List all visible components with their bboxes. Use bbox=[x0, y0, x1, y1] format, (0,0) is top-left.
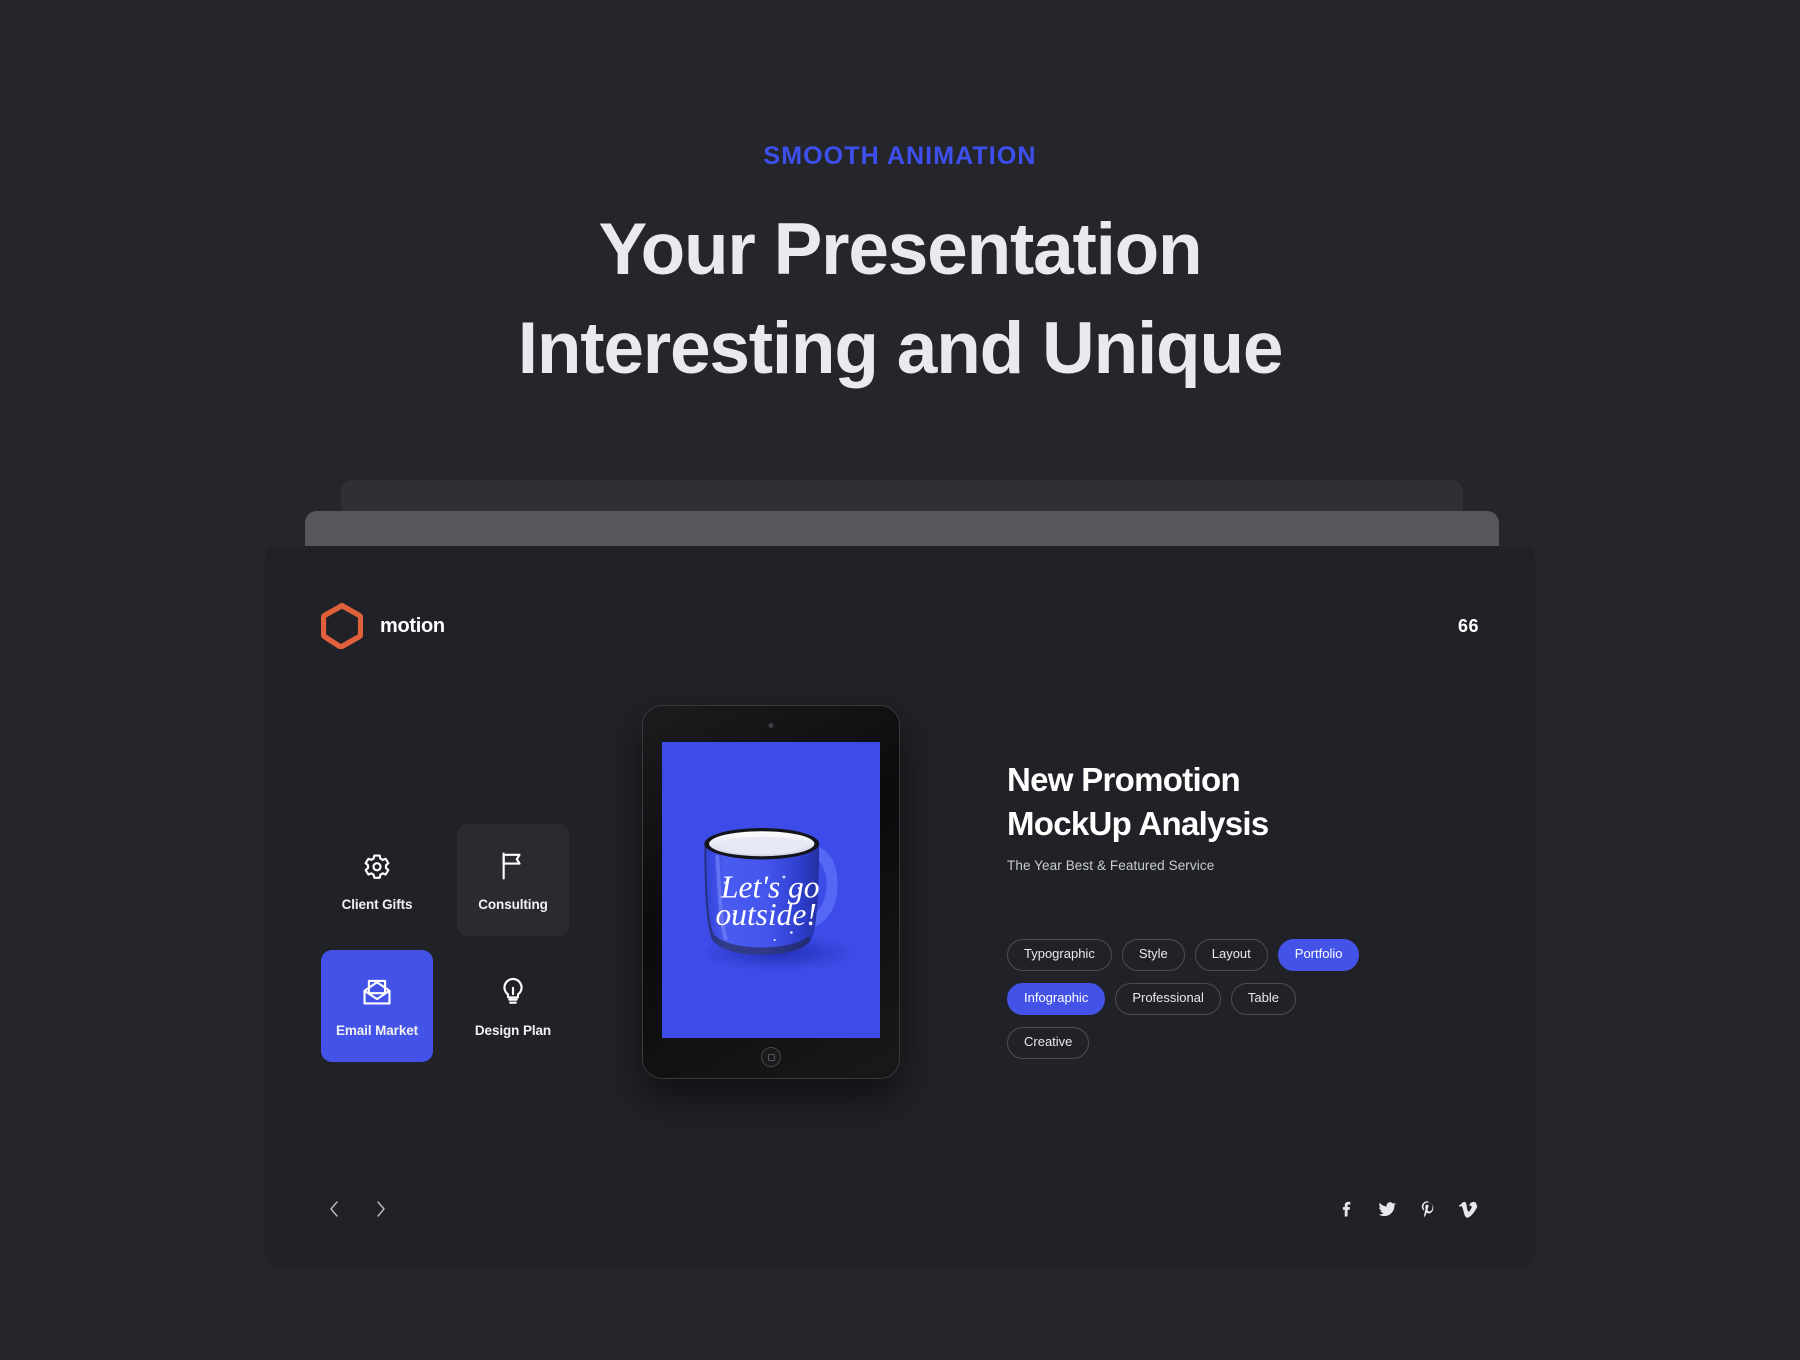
tag-creative[interactable]: Creative bbox=[1007, 1026, 1090, 1059]
presentation-slide[interactable]: motion 66 Client Gifts Consulting Email … bbox=[265, 546, 1535, 1266]
hero-section: SMOOTH ANIMATION Your Presentation Inter… bbox=[0, 0, 1800, 385]
lightbulb-icon bbox=[496, 975, 530, 1009]
feature-tile-label: Email Market bbox=[335, 1022, 419, 1038]
camera-icon bbox=[768, 723, 774, 728]
feature-tile-email-market[interactable]: Email Market bbox=[321, 950, 433, 1062]
hero-eyebrow: SMOOTH ANIMATION bbox=[763, 142, 1037, 170]
brand-logo[interactable]: motion bbox=[321, 603, 445, 649]
mug-artwork: Let's go outside! bbox=[698, 828, 858, 972]
feature-tile-consulting[interactable]: Consulting bbox=[457, 824, 569, 936]
open-envelope-icon bbox=[360, 975, 394, 1009]
mug-text-line-2: outside! bbox=[716, 897, 817, 932]
device-mockup-area: Let's go outside! bbox=[621, 706, 921, 1078]
feature-tile-label: Consulting bbox=[478, 896, 548, 912]
social-links bbox=[1336, 1199, 1479, 1219]
page-title: Your Presentation Interesting and Unique bbox=[0, 213, 1800, 385]
slide-body: Client Gifts Consulting Email Market Des… bbox=[321, 694, 1479, 1162]
feature-tile-label: Client Gifts bbox=[341, 896, 413, 912]
twitter-icon[interactable] bbox=[1377, 1199, 1397, 1219]
facebook-icon[interactable] bbox=[1336, 1199, 1356, 1219]
tag-infographic[interactable]: Infographic bbox=[1007, 982, 1106, 1015]
tag-list: Typographic Style Layout Portfolio Infog… bbox=[1007, 938, 1367, 1059]
slide-navigation bbox=[321, 1196, 393, 1222]
tag-portfolio[interactable]: Portfolio bbox=[1277, 938, 1360, 971]
tag-layout[interactable]: Layout bbox=[1194, 938, 1268, 971]
content-subtitle: The Year Best & Featured Service bbox=[1007, 857, 1215, 873]
tag-table[interactable]: Table bbox=[1230, 982, 1296, 1015]
content-title-line-2: MockUp Analysis bbox=[1007, 804, 1269, 842]
page-root: SMOOTH ANIMATION Your Presentation Inter… bbox=[0, 0, 1800, 1360]
chevron-right-icon bbox=[376, 1201, 385, 1217]
home-button-icon[interactable] bbox=[761, 1047, 781, 1067]
hero-title-line-1: Your Presentation bbox=[598, 209, 1203, 290]
tag-professional[interactable]: Professional bbox=[1115, 982, 1221, 1015]
feature-tile-label: Design Plan bbox=[474, 1022, 552, 1038]
slide-footer bbox=[321, 1196, 1479, 1222]
next-slide-button[interactable] bbox=[367, 1196, 393, 1222]
content-title-line-1: New Promotion bbox=[1007, 761, 1241, 798]
feature-tile-client-gifts[interactable]: Client Gifts bbox=[321, 824, 433, 936]
slide-page-number: 66 bbox=[1457, 615, 1479, 636]
prev-slide-button[interactable] bbox=[321, 1196, 347, 1222]
hero-title-line-2: Interesting and Unique bbox=[517, 308, 1284, 389]
slide-header: motion 66 bbox=[321, 602, 1479, 650]
vimeo-icon[interactable] bbox=[1459, 1199, 1479, 1219]
tag-style[interactable]: Style bbox=[1121, 938, 1185, 971]
chevron-left-icon bbox=[329, 1201, 338, 1217]
feature-tile-design-plan[interactable]: Design Plan bbox=[457, 950, 569, 1062]
tag-typographic[interactable]: Typographic bbox=[1007, 938, 1112, 971]
pinterest-icon[interactable] bbox=[1418, 1199, 1438, 1219]
feature-tile-grid: Client Gifts Consulting Email Market Des… bbox=[321, 824, 621, 1062]
content-title: New Promotion MockUp Analysis bbox=[1007, 758, 1479, 846]
tablet-screen: Let's go outside! bbox=[662, 742, 880, 1038]
gear-icon bbox=[360, 849, 394, 883]
brand-name: motion bbox=[380, 614, 445, 637]
slide-content: New Promotion MockUp Analysis The Year B… bbox=[921, 694, 1479, 1059]
flag-icon bbox=[496, 849, 530, 883]
tablet-mockup[interactable]: Let's go outside! bbox=[643, 706, 899, 1078]
hexagon-outline-icon bbox=[321, 603, 363, 649]
